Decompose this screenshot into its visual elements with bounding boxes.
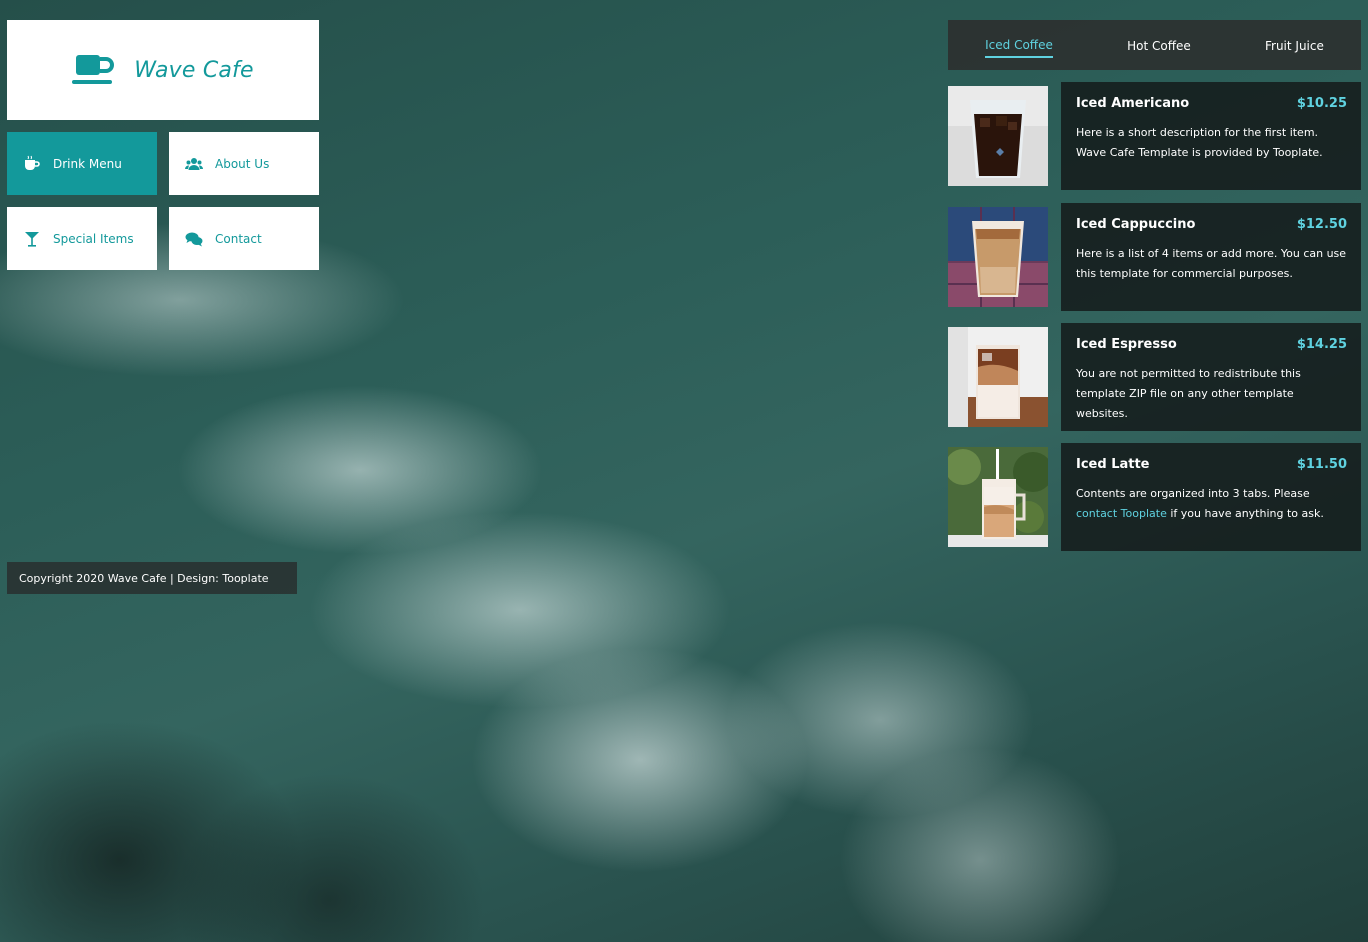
item-name: Iced Latte <box>1076 457 1150 472</box>
item-description: Here is a list of 4 items or add more. Y… <box>1076 247 1347 280</box>
copyright-footer: Copyright 2020 Wave Cafe | Design: Toopl… <box>7 562 297 594</box>
contact-tooplate-link[interactable]: contact Tooplate <box>1076 507 1167 520</box>
menu-item-details: Iced Cappuccino $12.50 Here is a list of… <box>1061 203 1361 311</box>
tab-fruit-juice[interactable]: Fruit Juice <box>1265 33 1324 57</box>
menu-item: Iced Espresso $14.25 You are not permitt… <box>948 323 1361 431</box>
tab-iced-coffee[interactable]: Iced Coffee <box>985 32 1053 58</box>
item-price: $11.50 <box>1296 457 1347 472</box>
item-name: Iced Espresso <box>1076 337 1177 352</box>
item-description-text: Contents are organized into 3 tabs. Plea… <box>1076 487 1310 500</box>
cocktail-icon <box>25 231 39 247</box>
menu-item: Iced Cappuccino $12.50 Here is a list of… <box>948 203 1361 311</box>
brand-title: Wave Cafe <box>134 57 254 83</box>
drink-category-tabs: Iced Coffee Hot Coffee Fruit Juice <box>948 20 1361 70</box>
nav-contact-label: Contact <box>215 231 262 246</box>
item-price: $14.25 <box>1296 337 1347 352</box>
iced-cappuccino-image <box>948 207 1048 307</box>
item-description: You are not permitted to redistribute th… <box>1076 367 1301 420</box>
menu-item: Iced Latte $11.50 Contents are organized… <box>948 443 1361 551</box>
iced-latte-image <box>948 447 1048 547</box>
item-name: Iced Americano <box>1076 96 1190 111</box>
brand-logo[interactable]: Wave Cafe <box>7 20 319 120</box>
coffee-cup-icon <box>72 55 115 84</box>
iced-espresso-image <box>948 327 1048 427</box>
tab-hot-coffee[interactable]: Hot Coffee <box>1127 33 1191 57</box>
item-description-text-end: if you have anything to ask. <box>1166 507 1324 520</box>
item-name: Iced Cappuccino <box>1076 217 1196 232</box>
item-price: $10.25 <box>1296 96 1347 111</box>
nav-about-us-label: About Us <box>215 156 270 171</box>
copyright-text: Copyright 2020 Wave Cafe | Design: Toopl… <box>19 571 269 585</box>
menu-item-details: Iced Espresso $14.25 You are not permitt… <box>1061 323 1361 431</box>
item-description: Here is a short description for the firs… <box>1076 126 1323 159</box>
iced-americano-image <box>948 86 1048 186</box>
nav-special-items-label: Special Items <box>53 231 134 246</box>
item-price: $12.50 <box>1296 217 1347 232</box>
nav-contact[interactable]: Contact <box>169 207 319 270</box>
menu-item: Iced Americano $10.25 Here is a short de… <box>948 82 1361 190</box>
nav-drink-menu-label: Drink Menu <box>53 156 122 171</box>
chat-bubbles-icon <box>185 232 203 246</box>
users-icon <box>185 157 203 170</box>
nav-drink-menu[interactable]: Drink Menu <box>7 132 157 195</box>
item-description: Contents are organized into 3 tabs. Plea… <box>1076 484 1347 524</box>
menu-item-details: Iced Latte $11.50 Contents are organized… <box>1061 443 1361 551</box>
menu-item-details: Iced Americano $10.25 Here is a short de… <box>1061 82 1361 190</box>
nav-special-items[interactable]: Special Items <box>7 207 157 270</box>
nav-about-us[interactable]: About Us <box>169 132 319 195</box>
coffee-mug-icon <box>25 155 40 170</box>
